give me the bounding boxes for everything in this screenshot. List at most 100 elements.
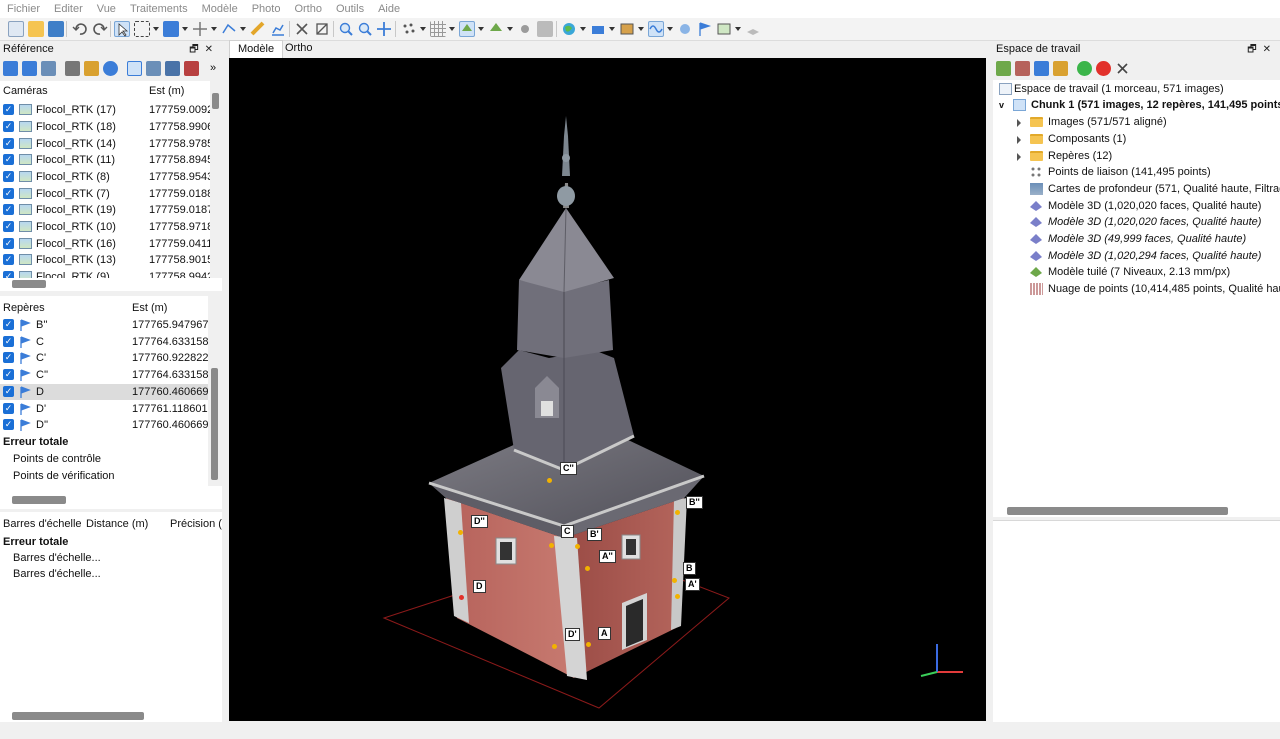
panel-float-close-buttons[interactable]: 🗗✕ (1247, 41, 1277, 58)
model-shaded-icon[interactable] (459, 21, 475, 37)
table-row[interactable]: ✓ Flocol_RTK (7) 177759.01880 (0, 186, 210, 202)
marker-point-selected[interactable] (459, 595, 464, 600)
pan-icon[interactable] (376, 21, 392, 37)
wrench-icon[interactable] (84, 61, 99, 76)
checkbox[interactable]: ✓ (3, 352, 14, 363)
cameras-view-icon[interactable] (590, 21, 606, 37)
redo-icon[interactable] (92, 21, 108, 37)
marker-label[interactable]: C (561, 525, 574, 538)
tiled-model-view-icon[interactable] (488, 21, 504, 37)
shape-icon[interactable] (677, 21, 693, 37)
ruler-icon[interactable] (250, 21, 266, 37)
open-project-icon[interactable] (28, 21, 44, 37)
table-row[interactable]: ✓ D' 177761.118601 (0, 401, 208, 417)
table-row[interactable]: ✓ C 177764.633158 (0, 334, 208, 350)
marker-label[interactable]: C'' (560, 462, 577, 475)
crop-icon[interactable] (314, 21, 330, 37)
scalebar-group-row[interactable]: Barres d'échelle... (13, 566, 101, 582)
menu-photo[interactable]: Photo (245, 0, 288, 18)
point-display-icon[interactable] (401, 21, 417, 37)
checkbox[interactable]: ✓ (3, 121, 14, 132)
marker-label[interactable]: A (598, 627, 611, 640)
marker-label[interactable]: B'' (686, 496, 703, 509)
zoom-in-icon[interactable] (338, 21, 354, 37)
rectangle-selection-icon[interactable] (134, 21, 150, 37)
chevron-down-icon[interactable]: v (999, 97, 1004, 114)
scalebars-col-header[interactable]: Barres d'échelle (3, 518, 82, 530)
update-icon[interactable] (103, 61, 118, 76)
view-estimated-icon[interactable] (146, 61, 161, 76)
marker-point[interactable] (552, 644, 557, 649)
checkbox[interactable]: ✓ (3, 254, 14, 265)
markers-hscroll-thumb[interactable] (12, 496, 66, 504)
menu-outils[interactable]: Outils (329, 0, 371, 18)
checkbox[interactable]: ✓ (3, 319, 14, 330)
new-project-icon[interactable] (8, 21, 24, 37)
menu-traitements[interactable]: Traitements (123, 0, 195, 18)
checkbox[interactable]: ✓ (3, 204, 14, 215)
marker-label[interactable]: D'' (471, 515, 488, 528)
polyline-icon[interactable] (221, 21, 237, 37)
image-overlay-icon[interactable] (716, 21, 732, 37)
save-project-icon[interactable] (48, 21, 64, 37)
marker-label[interactable]: B' (587, 528, 602, 541)
texture-icon[interactable] (517, 21, 533, 37)
checkbox[interactable]: ✓ (3, 171, 14, 182)
chevron-right-icon[interactable] (1017, 136, 1021, 144)
add-markers-icon[interactable] (1034, 61, 1049, 76)
zoom-out-icon[interactable] (357, 21, 373, 37)
marker-point[interactable] (672, 578, 677, 583)
table-row-selected[interactable]: ✓ D 177760.460669 (0, 384, 208, 400)
checkbox[interactable]: ✓ (3, 154, 14, 165)
marker-point[interactable] (549, 543, 554, 548)
checkbox[interactable]: ✓ (3, 403, 14, 414)
marker-point[interactable] (675, 510, 680, 515)
menu-editer[interactable]: Editer (47, 0, 90, 18)
cameras-hscroll-thumb[interactable] (12, 280, 46, 288)
checkbox[interactable]: ✓ (3, 386, 14, 397)
checkbox[interactable]: ✓ (3, 238, 14, 249)
wave-display-icon[interactable] (648, 21, 664, 37)
cameras-vscroll[interactable] (210, 81, 222, 278)
table-row[interactable]: ✓ Flocol_RTK (9) 177758.99423 (0, 269, 210, 278)
marker-label[interactable]: A'' (599, 550, 616, 563)
table-row[interactable]: ✓ Flocol_RTK (19) 177759.01879 (0, 202, 210, 218)
cameras-col-header[interactable]: Caméras (3, 85, 48, 97)
view-variance-icon[interactable] (184, 61, 199, 76)
marker-label[interactable]: D (473, 580, 486, 593)
marker-point[interactable] (675, 594, 680, 599)
images-view-icon[interactable] (619, 21, 635, 37)
model-viewport[interactable]: C'' B'' D'' C B' A'' B A' D D' A (229, 58, 986, 721)
workspace-hscroll-thumb[interactable] (1007, 507, 1228, 515)
scalebars-hscroll-thumb[interactable] (12, 712, 144, 720)
control-points-row[interactable]: Points de contrôle (13, 451, 101, 467)
calculator-icon[interactable] (65, 61, 80, 76)
shaded-icon[interactable] (537, 21, 553, 37)
delete-icon[interactable] (294, 21, 310, 37)
table-row[interactable]: ✓ Flocol_RTK (10) 177758.97187 (0, 219, 210, 235)
checkbox[interactable]: ✓ (3, 271, 14, 278)
globe-icon[interactable] (561, 21, 577, 37)
menu-vue[interactable]: Vue (90, 0, 123, 18)
marker-point[interactable] (575, 544, 580, 549)
table-row[interactable]: ✓ D'' 177760.460669 (0, 417, 208, 433)
navigation-pointer-icon[interactable] (114, 21, 130, 37)
table-row[interactable]: ✓ Flocol_RTK (17) 177759.00924 (0, 102, 210, 118)
table-row[interactable]: ✓ Flocol_RTK (11) 177758.89459 (0, 152, 210, 168)
precision-col-header[interactable]: Précision (m (170, 518, 222, 530)
markers-col-header[interactable]: Repères (3, 302, 45, 314)
undo-icon[interactable] (72, 21, 88, 37)
menu-ortho[interactable]: Ortho (287, 0, 329, 18)
table-row[interactable]: ✓ C'' 177764.633158 (0, 367, 208, 383)
markers-vscroll[interactable] (208, 296, 222, 486)
check-points-row[interactable]: Points de vérification (13, 468, 115, 484)
checkbox[interactable]: ✓ (3, 419, 14, 430)
remove-icon[interactable] (1115, 61, 1130, 76)
marker-point[interactable] (586, 642, 591, 647)
view-errors-icon[interactable] (165, 61, 180, 76)
markers-view-icon[interactable] (697, 21, 713, 37)
checkbox[interactable]: ✓ (3, 369, 14, 380)
checkbox[interactable]: ✓ (3, 336, 14, 347)
add-photos-icon[interactable] (1015, 61, 1030, 76)
table-row[interactable]: ✓ C' 177760.922822 (0, 350, 208, 366)
